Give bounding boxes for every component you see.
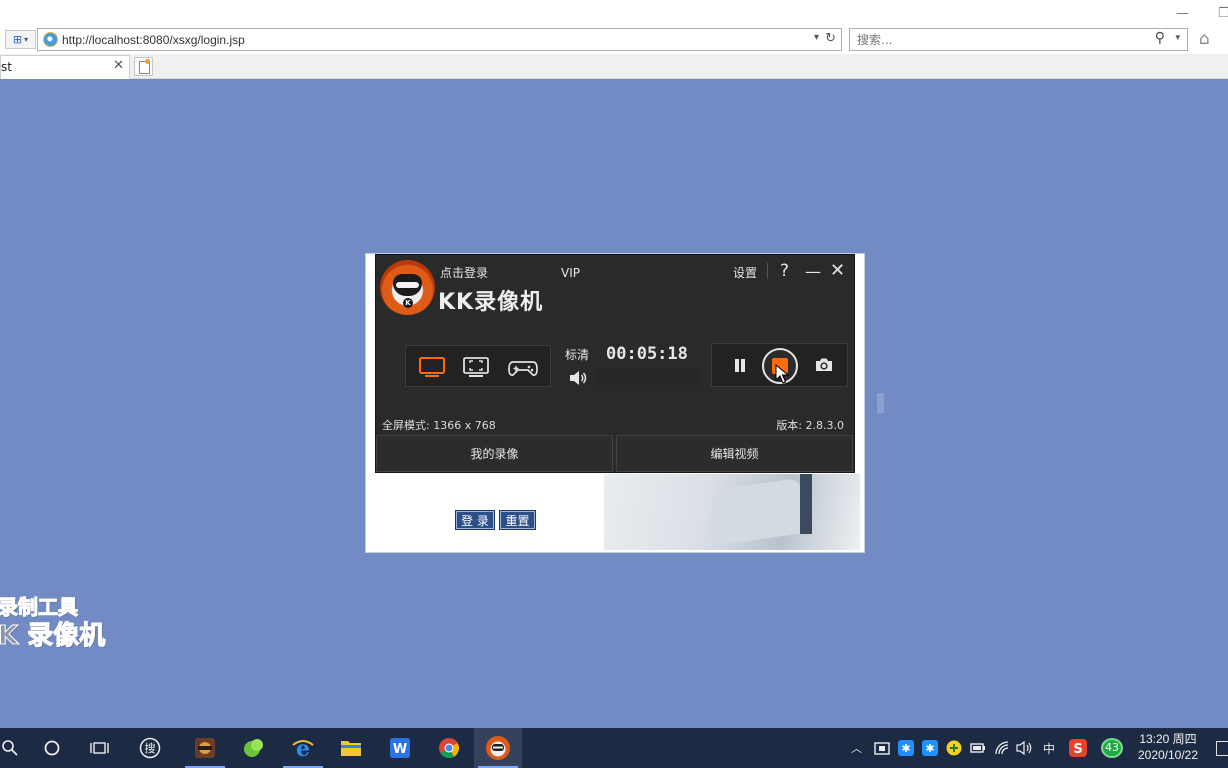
tray-expand-icon[interactable]: ︿ (851, 740, 862, 756)
taskbar-app-leaf-icon[interactable] (230, 728, 278, 768)
search-icon[interactable]: ⚲ (1155, 30, 1165, 46)
task-view-icon[interactable] (76, 728, 124, 768)
raccoon-face-icon (393, 274, 422, 296)
search-input[interactable] (857, 31, 1137, 48)
app-title: KK录像机 (438, 290, 544, 315)
my-recordings-button[interactable]: 我的录像 (376, 435, 613, 472)
refresh-icon[interactable]: ↻ (825, 31, 836, 46)
minimize-icon[interactable]: — (805, 262, 821, 281)
battery-icon[interactable] (970, 741, 986, 755)
tray-star-icon[interactable]: ✱ (898, 740, 914, 756)
svg-text:W: W (393, 742, 407, 757)
file-explorer-icon[interactable] (327, 728, 375, 768)
svg-text:e: e (296, 736, 310, 760)
page-decoration (877, 393, 884, 413)
tab-title: st (1, 60, 12, 74)
logo-letter: K (403, 298, 413, 308)
input-language-indicator[interactable]: 中 (1043, 740, 1055, 757)
search-dropdown-icon[interactable]: ▾ (1175, 33, 1180, 43)
watermark-line-1: 录制工具 (0, 595, 79, 620)
taskbar: 搜 e W ︿ ✱ ✱ 中 S 43 13:20 周四 2020/10/22 (0, 728, 1228, 768)
tray-tool-icon[interactable] (874, 740, 890, 756)
settings-button[interactable]: 设置 (733, 264, 757, 281)
region-mode-icon[interactable] (462, 355, 490, 379)
recorder-watermark: 录制工具 K 录像机 (0, 595, 106, 653)
svg-text:✱: ✱ (925, 742, 934, 755)
taskbar-clock[interactable]: 13:20 周四 2020/10/22 (1130, 731, 1206, 763)
ie-browser-icon[interactable]: e (279, 728, 327, 768)
watermark-line-2: K 录像机 (0, 621, 106, 652)
speaker-icon[interactable] (1016, 740, 1034, 756)
close-icon[interactable]: ✕ (113, 58, 124, 73)
quality-selector[interactable]: 标清 (565, 346, 589, 363)
volume-icon[interactable] (568, 370, 588, 386)
wps-writer-icon[interactable]: W (376, 728, 424, 768)
record-controls (711, 343, 848, 387)
new-tab-button[interactable] (134, 57, 153, 76)
sogou-search-icon[interactable]: 搜 (126, 728, 174, 768)
url-text[interactable]: http://localhost:8080/xsxg/login.jsp (62, 33, 245, 47)
fullscreen-mode-icon[interactable] (418, 355, 446, 379)
office-photo (604, 474, 860, 550)
browser-chrome: — ❐ ⊞ ▾ http://localhost:8080/xsxg/login… (0, 0, 1228, 79)
url-dropdown-icon[interactable]: ▾ (814, 32, 819, 43)
kk-logo-icon: K (380, 260, 435, 315)
chevron-down-icon: ▾ (24, 35, 29, 44)
ie-page-icon (43, 32, 58, 47)
mouse-cursor-icon (775, 364, 789, 384)
window-restore-button[interactable]: ❐ (1218, 6, 1228, 21)
svg-text:搜: 搜 (145, 741, 156, 755)
taskbar-app-game-icon[interactable] (181, 728, 229, 768)
recording-timer: 00:05:18 (606, 344, 688, 364)
clock-date: 2020/10/22 (1137, 748, 1199, 762)
fullscreen-resolution-label: 全屏模式: 1366 x 768 (382, 419, 496, 432)
sogou-ime-icon[interactable]: S (1069, 739, 1087, 757)
wifi-icon[interactable] (994, 740, 1010, 756)
divider (767, 263, 768, 279)
svg-text:✱: ✱ (901, 742, 910, 755)
record-mode-group (405, 345, 551, 387)
shield-plus-icon: ⊞ (12, 33, 23, 46)
cortana-icon[interactable] (28, 728, 76, 768)
reset-button[interactable]: 重置 (499, 510, 536, 530)
address-bar[interactable]: http://localhost:8080/xsxg/login.jsp ▾ ↻ (37, 28, 842, 51)
tab-strip: st ✕ (0, 54, 1228, 79)
camera-icon[interactable] (814, 355, 834, 375)
notification-center-icon[interactable] (1216, 741, 1228, 756)
home-icon[interactable]: ⌂ (1199, 29, 1210, 49)
svg-text:S: S (1073, 742, 1082, 757)
edit-video-button[interactable]: 编辑视频 (616, 435, 853, 472)
help-button[interactable]: ? (780, 261, 789, 281)
browser-tab[interactable]: st ✕ (0, 55, 130, 79)
kk-recorder-taskbar-icon[interactable] (474, 728, 522, 768)
compat-view-button[interactable]: ⊞ ▾ (5, 30, 36, 49)
login-button[interactable]: 登 录 (455, 510, 495, 530)
window-minimize-button[interactable]: — (1176, 6, 1189, 21)
tray-plus-icon[interactable] (946, 740, 962, 756)
version-label: 版本: 2.8.3.0 (776, 419, 844, 432)
tray-star-icon-2[interactable]: ✱ (922, 740, 938, 756)
login-link[interactable]: 点击登录 (440, 264, 488, 281)
clock-time: 13:20 周四 (1139, 732, 1197, 746)
gamepad-mode-icon[interactable] (507, 355, 539, 379)
tray-security-badge[interactable]: 43 (1101, 738, 1123, 758)
kk-recorder-window[interactable]: K 点击登录 VIP KK录像机 设置 ? — ✕ 标清 00:05:18 全屏… (375, 254, 855, 473)
vip-link[interactable]: VIP (561, 266, 580, 280)
chrome-icon[interactable] (425, 728, 473, 768)
volume-slider[interactable] (596, 369, 700, 385)
close-icon[interactable]: ✕ (830, 260, 845, 281)
search-box[interactable]: ⚲ ▾ (849, 28, 1188, 51)
pause-icon[interactable] (732, 355, 748, 375)
